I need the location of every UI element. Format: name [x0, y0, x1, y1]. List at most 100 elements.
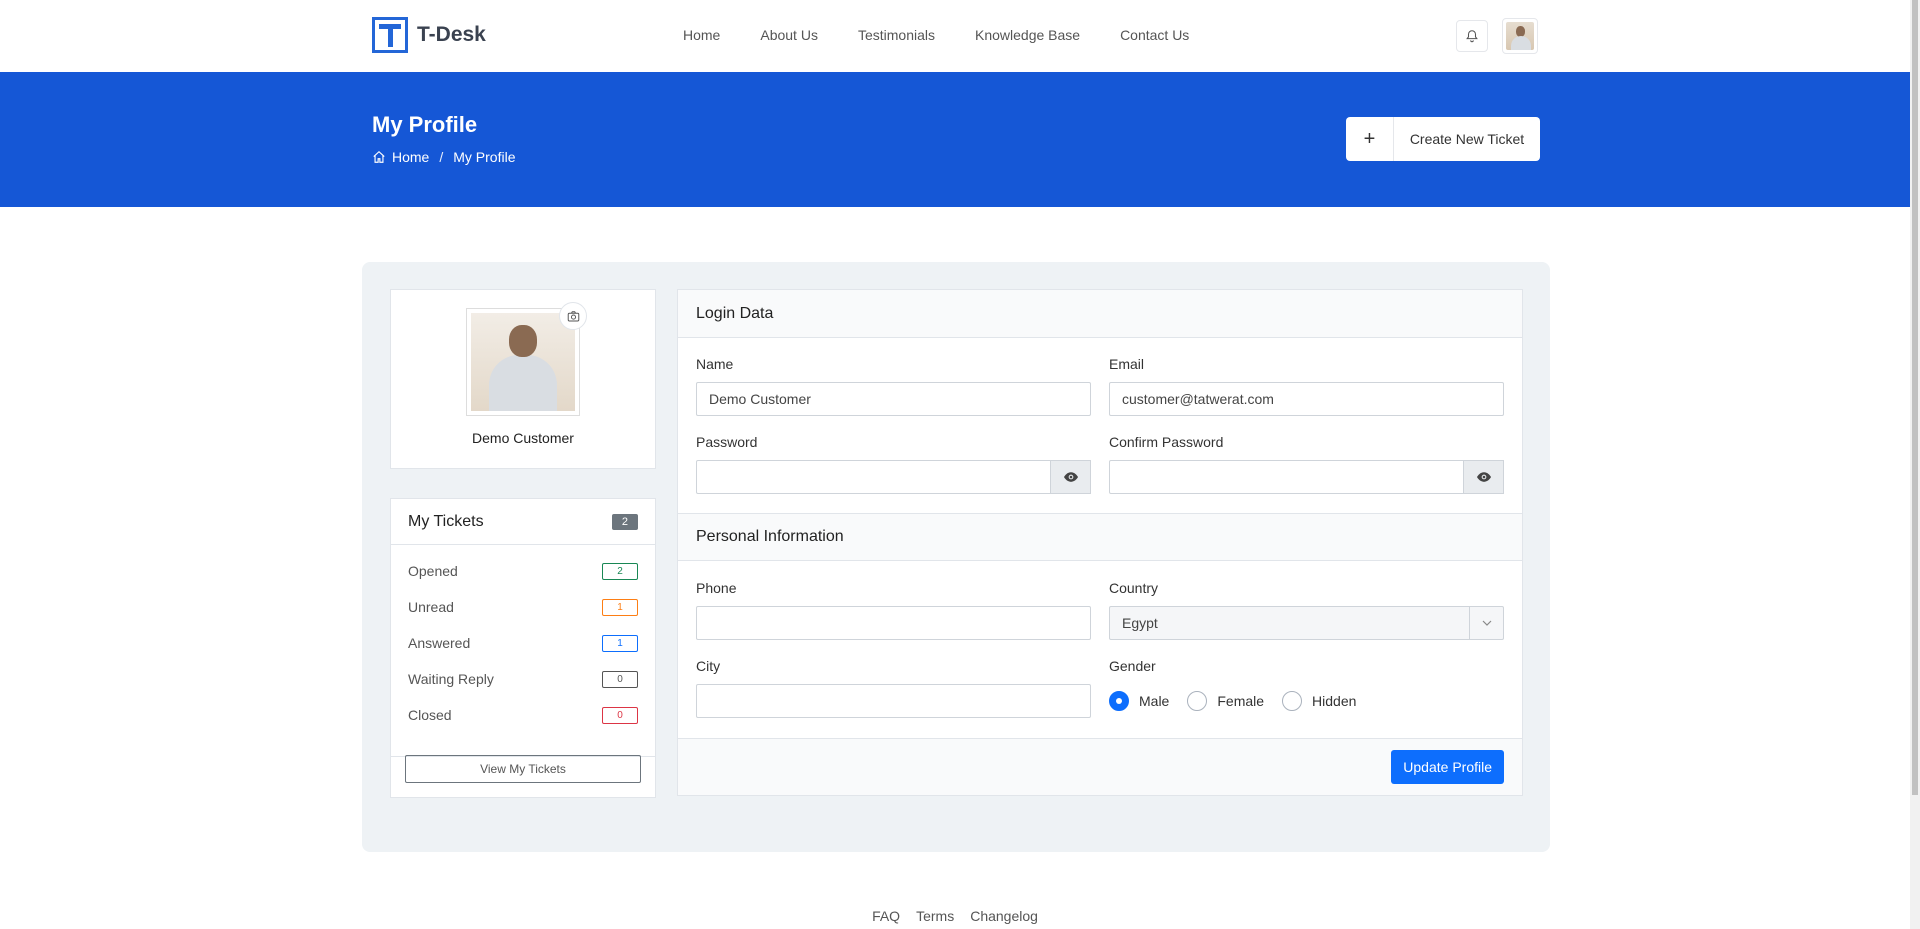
camera-icon — [567, 310, 579, 321]
radio-unchecked[interactable] — [1282, 691, 1303, 711]
country-selected-value: Egypt — [1122, 615, 1158, 631]
breadcrumb-current: My Profile — [453, 149, 516, 165]
password-field: Password — [696, 434, 1091, 494]
create-new-ticket-button[interactable]: + Create New Ticket — [1346, 117, 1540, 161]
nav-about-us[interactable]: About Us — [760, 27, 818, 43]
country-label: Country — [1109, 580, 1159, 596]
toggle-confirm-password-button[interactable] — [1464, 460, 1504, 494]
nav-contact-us[interactable]: Contact Us — [1120, 27, 1189, 43]
ticket-status-label: Answered — [408, 635, 471, 651]
brand-logo[interactable]: T-Desk — [372, 17, 486, 53]
home-icon — [373, 150, 385, 163]
site-footer: FAQ Terms Changelog — [0, 908, 1910, 924]
profile-container: Demo Customer My Tickets 2 Opened 2 Unre… — [362, 262, 1550, 852]
tickets-total-badge: 2 — [611, 513, 638, 530]
profile-card: Demo Customer — [390, 289, 656, 469]
confirm-password-input[interactable] — [1109, 460, 1464, 494]
email-input[interactable]: customer@tatwerat.com — [1109, 382, 1504, 416]
bell-icon — [1466, 30, 1478, 43]
phone-input[interactable] — [696, 606, 1091, 640]
gender-field: Gender Male Female Hidden — [1109, 658, 1504, 718]
login-data-title: Login Data — [678, 290, 1522, 338]
ticket-status-label: Closed — [408, 707, 452, 723]
gender-option-label: Hidden — [1312, 693, 1357, 709]
name-label: Name — [696, 356, 734, 372]
toggle-password-button[interactable] — [1051, 460, 1091, 494]
status-count-badge: 1 — [602, 598, 638, 616]
avatar — [1506, 22, 1534, 50]
status-count-badge: 0 — [602, 706, 638, 724]
ticket-status-label: Opened — [408, 563, 458, 579]
create-new-ticket-label: Create New Ticket — [1409, 131, 1525, 147]
gender-radio-group: Male Female Hidden — [1109, 684, 1504, 718]
notifications-button[interactable] — [1456, 20, 1488, 52]
eye-icon — [1063, 472, 1078, 482]
my-tickets-card: My Tickets 2 Opened 2 Unread 1 Answered … — [390, 498, 656, 798]
logo-mark-icon — [372, 17, 408, 53]
main-nav: Home About Us Testimonials Knowledge Bas… — [683, 27, 1229, 43]
page: T-Desk Home About Us Testimonials Knowle… — [0, 0, 1910, 929]
name-field: Name Demo Customer — [696, 356, 1091, 416]
country-field: Country Egypt — [1109, 580, 1504, 640]
confirm-password-label: Confirm Password — [1109, 434, 1224, 450]
ticket-status-list: Opened 2 Unread 1 Answered 1 Waiting Rep… — [391, 545, 655, 757]
view-my-tickets-button[interactable]: View My Tickets — [405, 755, 641, 783]
nav-knowledge-base[interactable]: Knowledge Base — [975, 27, 1080, 43]
personal-information-title: Personal Information — [678, 513, 1522, 561]
top-navbar: T-Desk Home About Us Testimonials Knowle… — [0, 0, 1910, 72]
change-photo-button[interactable] — [559, 302, 587, 330]
gender-label: Gender — [1109, 658, 1156, 674]
status-count-badge: 0 — [602, 670, 638, 688]
breadcrumb-separator: / — [439, 149, 444, 165]
ticket-status-closed[interactable]: Closed 0 — [391, 697, 655, 733]
profile-form: Login Data Name Demo Customer Email cust… — [677, 289, 1523, 796]
user-avatar-button[interactable] — [1502, 18, 1538, 54]
ticket-status-opened[interactable]: Opened 2 — [391, 553, 655, 589]
nav-testimonials[interactable]: Testimonials — [858, 27, 935, 43]
my-tickets-title: My Tickets — [408, 512, 484, 530]
profile-photo-image — [471, 313, 575, 411]
form-footer: Update Profile — [678, 738, 1522, 795]
city-field: City — [696, 658, 1091, 718]
radio-unchecked[interactable] — [1187, 691, 1208, 711]
scrollbar-thumb[interactable] — [1912, 0, 1918, 795]
update-profile-button[interactable]: Update Profile — [1391, 750, 1504, 784]
ticket-status-label: Waiting Reply — [408, 671, 494, 687]
city-label: City — [696, 658, 721, 674]
eye-icon — [1476, 472, 1491, 482]
country-select[interactable]: Egypt — [1109, 606, 1504, 640]
plus-icon: + — [1346, 117, 1394, 161]
footer-link-terms[interactable]: Terms — [916, 908, 954, 924]
breadcrumb-home[interactable]: Home — [392, 149, 429, 165]
vertical-scrollbar[interactable] — [1910, 0, 1920, 929]
ticket-status-label: Unread — [408, 599, 454, 615]
gender-option-label: Female — [1217, 693, 1265, 709]
password-label: Password — [696, 434, 758, 450]
gender-option-female[interactable]: Female — [1187, 691, 1264, 711]
radio-checked[interactable] — [1109, 691, 1129, 711]
ticket-status-unread[interactable]: Unread 1 — [391, 589, 655, 625]
footer-link-changelog[interactable]: Changelog — [970, 908, 1038, 924]
my-tickets-header: My Tickets 2 — [391, 499, 655, 545]
city-input[interactable] — [696, 684, 1091, 718]
breadcrumb: Home / My Profile — [372, 149, 515, 165]
phone-label: Phone — [696, 580, 737, 596]
page-title: My Profile — [372, 112, 478, 137]
chevron-down-icon — [1469, 607, 1503, 639]
email-label: Email — [1109, 356, 1145, 372]
gender-option-hidden[interactable]: Hidden — [1282, 691, 1356, 711]
profile-name: Demo Customer — [472, 430, 574, 446]
status-count-badge: 2 — [602, 562, 638, 580]
email-field: Email customer@tatwerat.com — [1109, 356, 1504, 416]
gender-option-male[interactable]: Male — [1109, 691, 1169, 711]
name-input[interactable]: Demo Customer — [696, 382, 1091, 416]
phone-field: Phone — [696, 580, 1091, 640]
nav-home[interactable]: Home — [683, 27, 720, 43]
confirm-password-field: Confirm Password — [1109, 434, 1504, 494]
footer-link-faq[interactable]: FAQ — [872, 908, 900, 924]
gender-option-label: Male — [1139, 693, 1170, 709]
ticket-status-answered[interactable]: Answered 1 — [391, 625, 655, 661]
page-header: My Profile Home / My Profile + Create Ne… — [0, 72, 1910, 207]
password-input[interactable] — [696, 460, 1051, 494]
ticket-status-waiting-reply[interactable]: Waiting Reply 0 — [391, 661, 655, 697]
